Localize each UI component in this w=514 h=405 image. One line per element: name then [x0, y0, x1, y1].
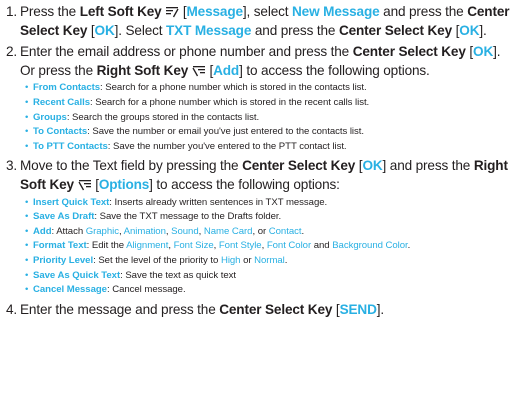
- step-number: 3.: [6, 158, 18, 174]
- right-soft-key-icon: [78, 178, 92, 191]
- step-2: 2. Enter the email address or phone numb…: [6, 43, 514, 154]
- list-item: Format Text: Edit the Alignment, Font Si…: [25, 239, 514, 254]
- option-txt-message: TXT Message: [166, 22, 252, 38]
- list-item: Cancel Message: Cancel message.: [25, 283, 514, 298]
- option-options: Options: [98, 176, 150, 192]
- right-soft-key-icon: [192, 64, 206, 77]
- option-new-message: New Message: [292, 4, 380, 19]
- step-number: 4.: [6, 301, 18, 317]
- key-name: Right Soft Key: [96, 62, 189, 78]
- option-ok: OK: [459, 22, 480, 38]
- step-text: Press the: [20, 4, 80, 19]
- option-send: SEND: [339, 301, 377, 317]
- list-item: Recent Calls: Search for a phone number …: [25, 96, 514, 111]
- left-soft-key-icon: [165, 5, 179, 18]
- options-list: Insert Quick Text: Inserts already writt…: [20, 196, 514, 298]
- option-message: Message: [186, 4, 244, 19]
- step-4: 4. Enter the message and press the Cente…: [6, 301, 514, 320]
- list-item: Save As Quick Text: Save the text as qui…: [25, 269, 514, 284]
- list-item: Groups: Search the groups stored in the …: [25, 111, 514, 126]
- key-name: Center Select Key: [352, 44, 466, 60]
- list-item: Insert Quick Text: Inserts already writt…: [25, 196, 514, 211]
- option-ok: OK: [473, 44, 494, 60]
- list-item: To PTT Contacts: Save the number you've …: [25, 140, 514, 155]
- option-ok: OK: [94, 22, 115, 38]
- key-name: Center Select Key: [242, 158, 356, 174]
- list-item: Add: Attach Graphic, Animation, Sound, N…: [25, 225, 514, 240]
- step-1: 1. Press the Left Soft Key [Message], se…: [6, 4, 510, 38]
- list-item: From Contacts: Search for a phone number…: [25, 81, 514, 96]
- option-ok: OK: [362, 158, 383, 174]
- instructions-page: 1. Press the Left Soft Key [Message], se…: [0, 0, 514, 405]
- key-name: Left Soft Key: [79, 4, 162, 19]
- option-add: Add: [213, 62, 240, 78]
- options-list: From Contacts: Search for a phone number…: [20, 81, 514, 154]
- step-3: 3. Move to the Text field by pressing th…: [6, 157, 514, 297]
- step-number: 2.: [6, 44, 18, 60]
- key-name: Center Select Key: [338, 22, 452, 38]
- list-item: Priority Level: Set the level of the pri…: [25, 254, 514, 269]
- key-name: Center Select Key: [219, 301, 333, 317]
- step-number: 1.: [6, 4, 18, 19]
- list-item: Save As Draft: Save the TXT message to t…: [25, 210, 514, 225]
- list-item: To Contacts: Save the number or email yo…: [25, 125, 514, 140]
